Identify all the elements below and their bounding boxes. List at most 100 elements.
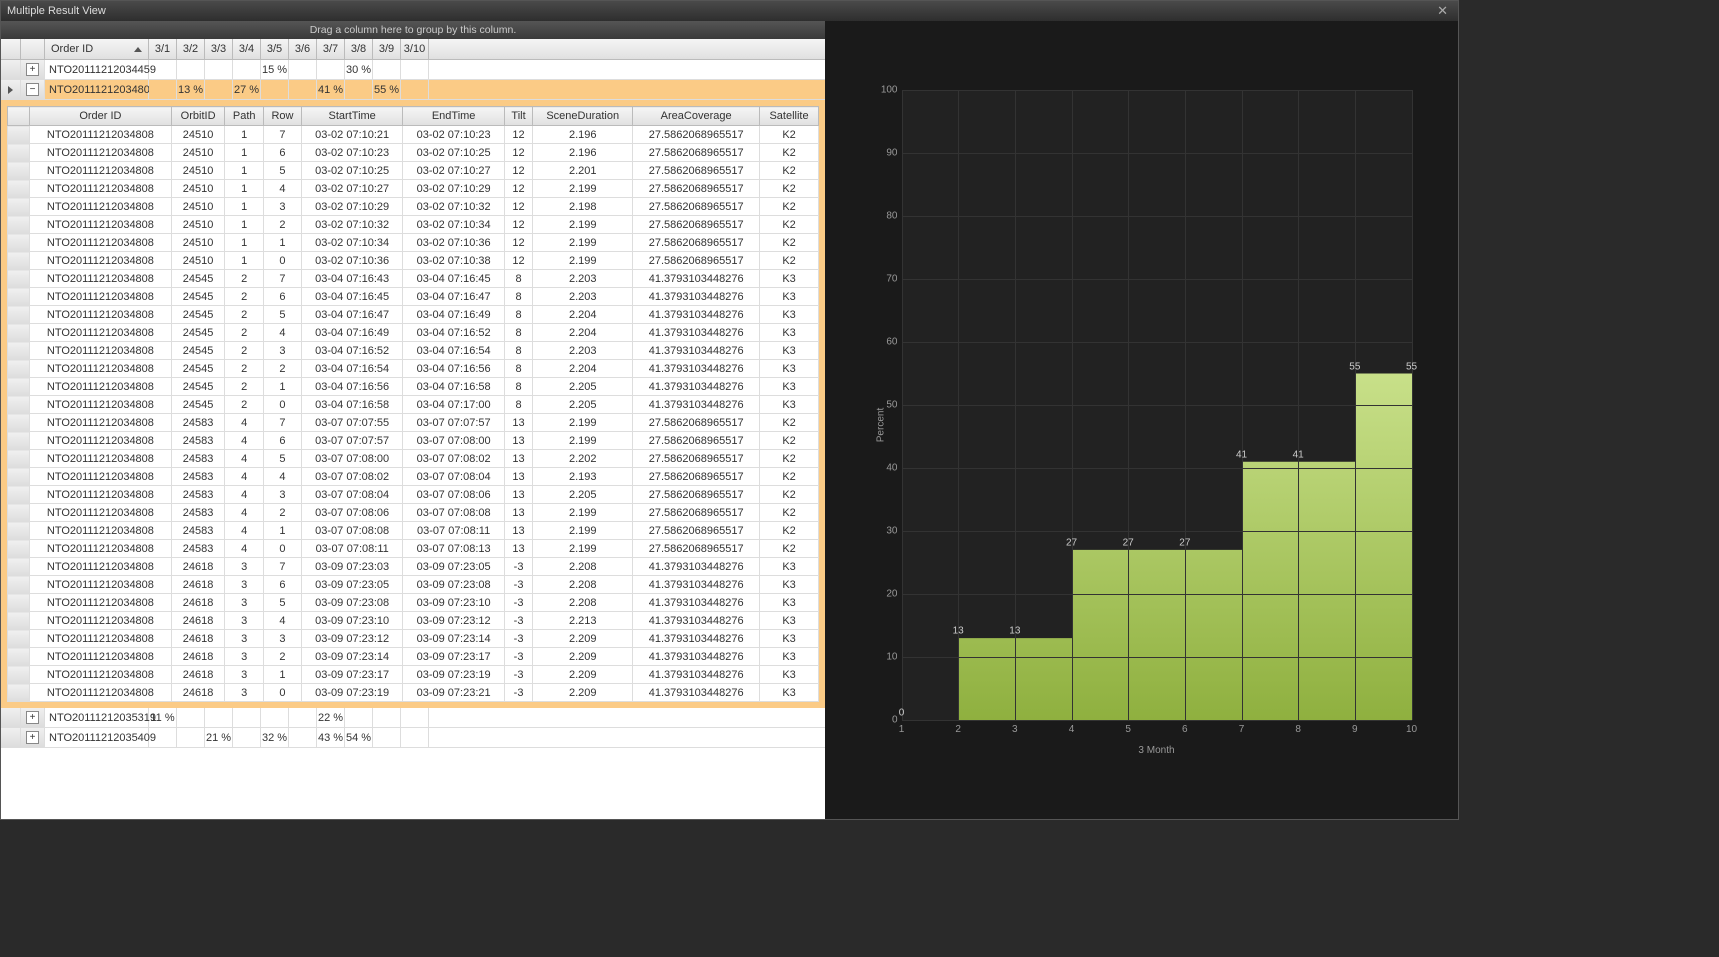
outer-row[interactable]: +NTO2011121203445915 %30 % — [1, 60, 825, 80]
detail-row[interactable]: NTO20111212034808245101403-02 07:10:2703… — [8, 180, 819, 198]
detail-cell: 1 — [225, 180, 264, 198]
expand-button[interactable]: + — [26, 731, 39, 744]
col-date-3-2[interactable]: 3/2 — [177, 39, 205, 59]
detail-row[interactable]: NTO20111212034808245834003-07 07:08:1103… — [8, 540, 819, 558]
detail-cell: NTO20111212034808 — [30, 324, 172, 342]
detail-cell: 03-09 07:23:14 — [301, 648, 402, 666]
detail-row[interactable]: NTO20111212034808245452003-04 07:16:5803… — [8, 396, 819, 414]
detail-cell: -3 — [504, 558, 532, 576]
percent-cell — [177, 60, 205, 79]
detail-row[interactable]: NTO20111212034808245101303-02 07:10:2903… — [8, 198, 819, 216]
col-date-3-9[interactable]: 3/9 — [373, 39, 401, 59]
detail-row[interactable]: NTO20111212034808245834403-07 07:08:0203… — [8, 468, 819, 486]
detail-cell: NTO20111212034808 — [30, 306, 172, 324]
col-date-3-3[interactable]: 3/3 — [205, 39, 233, 59]
col-date-3-4[interactable]: 3/4 — [233, 39, 261, 59]
detail-row[interactable]: NTO20111212034808246183003-09 07:23:1903… — [8, 684, 819, 702]
gridline-horizontal — [902, 90, 1412, 91]
expand-button[interactable]: + — [26, 63, 39, 76]
detail-col-tilt[interactable]: Tilt — [504, 107, 532, 126]
detail-cell: 03-09 07:23:05 — [403, 558, 504, 576]
outer-row[interactable]: −NTO2011121203480813 %27 %41 %55 % — [1, 80, 825, 100]
y-tick-label: 80 — [886, 211, 897, 222]
detail-row[interactable]: NTO20111212034808245452603-04 07:16:4503… — [8, 288, 819, 306]
col-date-3-8[interactable]: 3/8 — [345, 39, 373, 59]
detail-cell: 5 — [264, 594, 302, 612]
detail-row[interactable]: NTO20111212034808246183403-09 07:23:1003… — [8, 612, 819, 630]
collapse-button[interactable]: − — [26, 83, 39, 96]
col-date-3-1[interactable]: 3/1 — [149, 39, 177, 59]
percent-cell — [205, 80, 233, 99]
detail-cell: NTO20111212034808 — [30, 378, 172, 396]
detail-row[interactable]: NTO20111212034808245452403-04 07:16:4903… — [8, 324, 819, 342]
detail-cell: 8 — [504, 270, 532, 288]
detail-col-satellite[interactable]: Satellite — [760, 107, 819, 126]
detail-row[interactable]: NTO20111212034808245101603-02 07:10:2303… — [8, 144, 819, 162]
detail-cell: 03-02 07:10:27 — [403, 162, 504, 180]
detail-row[interactable]: NTO20111212034808245834303-07 07:08:0403… — [8, 486, 819, 504]
outer-row[interactable]: +NTO2011121203540921 %32 %43 %54 % — [1, 728, 825, 748]
detail-cell: 3 — [225, 666, 264, 684]
detail-cell: K3 — [760, 324, 819, 342]
detail-col-order id[interactable]: Order ID — [30, 107, 172, 126]
detail-cell: 27.5862068965517 — [633, 432, 760, 450]
outer-row[interactable]: +NTO2011121203531911 %22 % — [1, 708, 825, 728]
detail-col-sceneduration[interactable]: SceneDuration — [533, 107, 633, 126]
detail-row[interactable]: NTO20111212034808245452303-04 07:16:5203… — [8, 342, 819, 360]
detail-col-starttime[interactable]: StartTime — [301, 107, 402, 126]
detail-row[interactable]: NTO20111212034808245101703-02 07:10:2103… — [8, 126, 819, 144]
detail-cell: 03-09 07:23:03 — [301, 558, 402, 576]
detail-cell: 24618 — [171, 630, 225, 648]
detail-row[interactable]: NTO20111212034808245101503-02 07:10:2503… — [8, 162, 819, 180]
detail-cell: 41.3793103448276 — [633, 612, 760, 630]
row-indicator — [1, 728, 21, 747]
expand-button[interactable]: + — [26, 711, 39, 724]
detail-row[interactable]: NTO20111212034808246183603-09 07:23:0503… — [8, 576, 819, 594]
detail-row[interactable]: NTO20111212034808245101203-02 07:10:3203… — [8, 216, 819, 234]
detail-row[interactable]: NTO20111212034808246183303-09 07:23:1203… — [8, 630, 819, 648]
col-date-3-10[interactable]: 3/10 — [401, 39, 429, 59]
detail-cell: 3 — [264, 630, 302, 648]
detail-cell: 0 — [264, 540, 302, 558]
detail-col-endtime[interactable]: EndTime — [403, 107, 504, 126]
detail-cell: 24510 — [171, 216, 225, 234]
col-date-3-7[interactable]: 3/7 — [317, 39, 345, 59]
detail-row[interactable]: NTO20111212034808245834203-07 07:08:0603… — [8, 504, 819, 522]
detail-row[interactable]: NTO20111212034808246183703-09 07:23:0303… — [8, 558, 819, 576]
titlebar[interactable]: Multiple Result View ✕ — [1, 1, 1458, 21]
detail-row[interactable]: NTO20111212034808245452103-04 07:16:5603… — [8, 378, 819, 396]
detail-row[interactable]: NTO20111212034808246183203-09 07:23:1403… — [8, 648, 819, 666]
detail-row[interactable]: NTO20111212034808245834703-07 07:07:5503… — [8, 414, 819, 432]
col-date-3-5[interactable]: 3/5 — [261, 39, 289, 59]
col-order-id[interactable]: Order ID — [45, 39, 149, 59]
detail-cell: K3 — [760, 360, 819, 378]
detail-row[interactable]: NTO20111212034808245452203-04 07:16:5403… — [8, 360, 819, 378]
detail-col-areacoverage[interactable]: AreaCoverage — [633, 107, 760, 126]
detail-cell: 4 — [264, 180, 302, 198]
detail-cell: 03-07 07:08:11 — [301, 540, 402, 558]
detail-row[interactable]: NTO20111212034808245452503-04 07:16:4703… — [8, 306, 819, 324]
detail-col-orbitid[interactable]: OrbitID — [171, 107, 225, 126]
detail-cell: 03-09 07:23:19 — [403, 666, 504, 684]
detail-row[interactable]: NTO20111212034808245101003-02 07:10:3603… — [8, 252, 819, 270]
detail-cell: 24618 — [171, 684, 225, 702]
detail-cell: 2.196 — [533, 126, 633, 144]
col-date-3-6[interactable]: 3/6 — [289, 39, 317, 59]
detail-col-row[interactable]: Row — [264, 107, 302, 126]
detail-row[interactable]: NTO20111212034808245834603-07 07:07:5703… — [8, 432, 819, 450]
detail-row[interactable]: NTO20111212034808245834103-07 07:08:0803… — [8, 522, 819, 540]
detail-row[interactable]: NTO20111212034808245101103-02 07:10:3403… — [8, 234, 819, 252]
detail-row[interactable]: NTO20111212034808246183503-09 07:23:0803… — [8, 594, 819, 612]
detail-cell: 03-07 07:08:02 — [403, 450, 504, 468]
gridline-horizontal — [902, 468, 1412, 469]
detail-col-path[interactable]: Path — [225, 107, 264, 126]
close-icon[interactable]: ✕ — [1433, 3, 1452, 19]
detail-cell: 27.5862068965517 — [633, 414, 760, 432]
detail-row[interactable]: NTO20111212034808245452703-04 07:16:4303… — [8, 270, 819, 288]
detail-row[interactable]: NTO20111212034808246183103-09 07:23:1703… — [8, 666, 819, 684]
detail-row[interactable]: NTO20111212034808245834503-07 07:08:0003… — [8, 450, 819, 468]
detail-cell: 7 — [264, 558, 302, 576]
group-by-bar[interactable]: Drag a column here to group by this colu… — [1, 21, 825, 39]
detail-cell: 4 — [264, 468, 302, 486]
detail-cell: 03-02 07:10:38 — [403, 252, 504, 270]
